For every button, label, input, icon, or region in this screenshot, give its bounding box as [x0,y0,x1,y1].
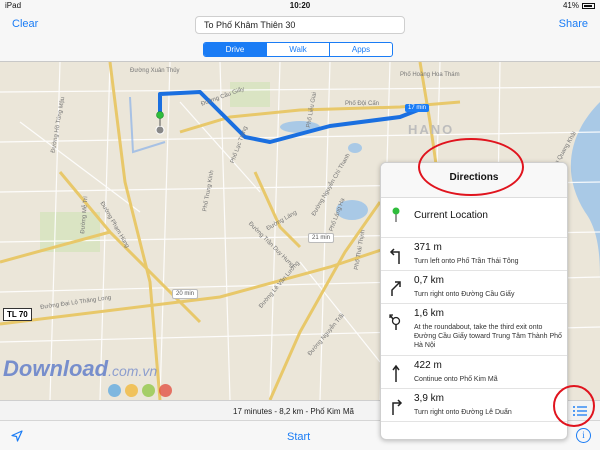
battery-status: 41% [563,1,595,10]
current-location-row[interactable]: Current Location [381,198,567,238]
step-distance: 3,9 km [414,393,445,404]
street-label: Phố Hoàng Hoa Thám [400,72,460,78]
current-location-label: Current Location [414,210,488,221]
alt-route-badge-21[interactable]: 21 min [308,233,335,243]
turn-left-icon [389,248,400,264]
watermark-logo: Download.com.vn [3,356,157,382]
step-distance: 1,6 km [414,308,445,319]
direction-step[interactable]: 3,9 km Turn right onto Đường Lê Duẩn [381,389,567,422]
navigation-bar: Clear To Phố Khâm Thiên 30 Share Drive W… [0,12,600,62]
watermark-text: Download [3,356,109,381]
street-label: Phố Đội Cấn [345,101,380,107]
turn-right-icon [392,399,403,415]
step-distance: 0,7 km [414,275,445,286]
step-instruction: At the roundabout, take the third exit o… [414,324,562,349]
street-label: Đường Xuân Thủy [130,68,180,74]
highway-shield: TL 70 [3,308,32,321]
step-instruction: Turn right onto Đường Cầu Giấy [414,291,515,298]
roundabout-icon [389,314,401,330]
mode-apps[interactable]: Apps [330,43,392,56]
watermark-suffix: .com.vn [108,363,158,379]
start-button[interactable]: Start [287,431,310,443]
info-icon[interactable]: i [576,428,591,443]
location-arrow-icon[interactable] [11,430,23,442]
transport-mode-selector: Drive Walk Apps [203,42,393,57]
bear-right-icon [391,281,401,296]
annotation-circle [418,138,524,196]
destination-field[interactable]: To Phố Khâm Thiên 30 [195,16,405,34]
status-bar: iPad 10:20 41% [0,0,600,12]
pin-icon [392,207,400,222]
step-distance: 422 m [414,360,442,371]
battery-percent: 41% [562,1,579,10]
straight-icon [392,364,400,382]
city-label: HANO [408,122,455,137]
step-instruction: Continue onto Phố Kim Mã [414,376,498,383]
direction-step[interactable]: 422 m Continue onto Phố Kim Mã [381,356,567,389]
watermark-dots [108,384,176,400]
step-instruction: Turn right onto Đường Lê Duẩn [414,409,512,416]
alt-route-badge-20[interactable]: 20 min [172,289,199,299]
share-button[interactable]: Share [559,18,588,30]
route-summary-text: 17 minutes - 8,2 km - Phố Kim Mã [233,407,354,416]
directions-panel: Directions Current Location 371 m Turn l… [380,162,568,440]
direction-step[interactable]: 1,6 km At the roundabout, take the third… [381,304,567,356]
battery-icon [582,2,595,9]
direction-step[interactable]: 0,7 km Turn right onto Đường Cầu Giấy [381,271,567,304]
direction-step[interactable]: 371 m Turn left onto Phố Trần Thái Tông [381,238,567,271]
step-instruction: Turn left onto Phố Trần Thái Tông [414,258,519,265]
annotation-circle [553,385,595,427]
mode-walk[interactable]: Walk [267,43,330,56]
clear-button[interactable]: Clear [12,18,38,30]
route-time-badge[interactable]: 17 min [405,104,430,112]
step-distance: 371 m [414,242,442,253]
mode-drive[interactable]: Drive [204,43,267,56]
clock: 10:20 [289,1,311,10]
